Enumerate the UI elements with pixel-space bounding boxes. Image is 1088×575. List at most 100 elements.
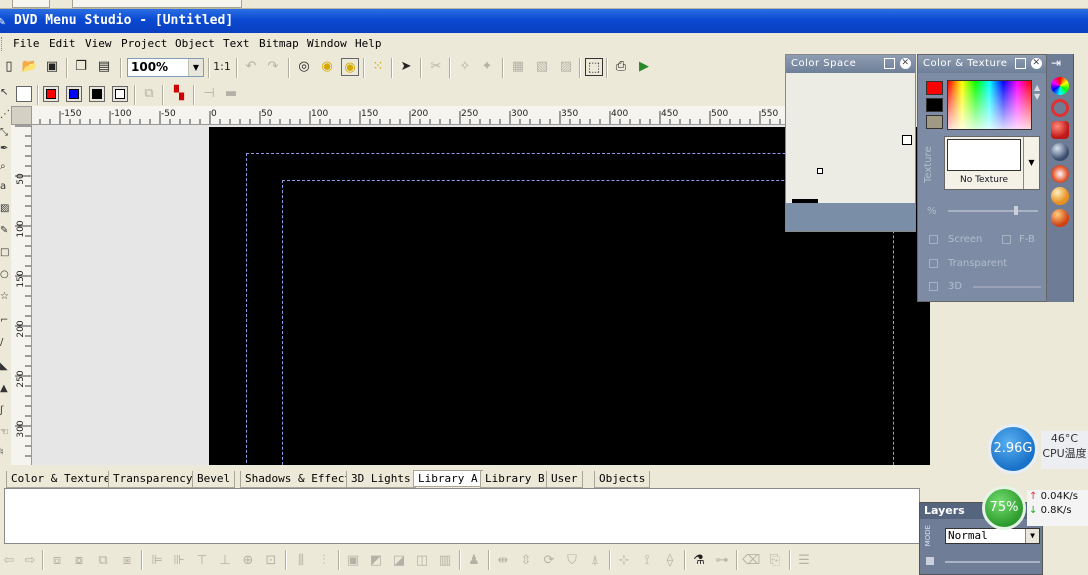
ruler-corner[interactable]	[11, 106, 32, 125]
layer-opacity-slider[interactable]	[945, 561, 1040, 563]
steel-sphere-icon[interactable]	[1051, 143, 1069, 161]
tab-user[interactable]: User	[546, 471, 583, 488]
percent-slider[interactable]	[948, 206, 1038, 215]
circle-sel-icon[interactable]: ◉	[341, 58, 359, 76]
spectrum-scroll-icon[interactable]: ▲ ▼	[1034, 83, 1040, 101]
tab-library-b[interactable]: Library B	[480, 471, 550, 488]
transparent-checkbox[interactable]	[929, 259, 938, 268]
curve-tool-icon[interactable]: ʃ	[0, 404, 11, 418]
color-space-handle[interactable]	[902, 135, 912, 145]
align-middle-icon[interactable]: ⊕	[239, 552, 257, 570]
threed-checkbox[interactable]	[929, 282, 938, 291]
arrow-right-icon[interactable]: ⇨	[21, 552, 39, 570]
eyedropper-tool-icon[interactable]: ♮	[0, 446, 11, 460]
star-tool-icon[interactable]: ☆	[0, 290, 11, 304]
starburst-sphere-icon[interactable]	[1051, 165, 1069, 183]
cpu-frequency-badge[interactable]: 2.96G	[988, 424, 1038, 474]
warp-icon[interactable]: ⍋	[586, 552, 604, 570]
effect-icon[interactable]: ⚗	[690, 552, 708, 570]
swatch-red[interactable]	[43, 86, 59, 102]
align-center-h-icon[interactable]: ⊪	[170, 552, 188, 570]
rectangle-tool-icon[interactable]: □	[0, 246, 11, 260]
red-cube-icon[interactable]	[1051, 121, 1069, 139]
fill-style-icon[interactable]: ▚	[170, 85, 188, 103]
close-icon[interactable]: ✕	[900, 58, 911, 69]
menu-window[interactable]: Window	[307, 37, 347, 50]
screen-checkbox[interactable]	[929, 235, 938, 244]
node-edit-icon[interactable]: ⟟	[638, 552, 656, 570]
gold-sphere-icon[interactable]	[1051, 187, 1069, 205]
texture-swatch[interactable]	[926, 115, 943, 129]
tab-bevel[interactable]: Bevel	[192, 471, 236, 488]
close-icon[interactable]: ✕	[1031, 58, 1042, 69]
menubar-grip[interactable]	[1, 37, 4, 51]
copper-sphere-icon[interactable]	[1051, 209, 1069, 227]
paste-icon[interactable]: ▤	[95, 58, 113, 76]
circle-fill-icon[interactable]: ◉	[318, 58, 336, 76]
align-center-icon[interactable]: ▬	[222, 85, 240, 103]
select-frame-icon[interactable]: ⬚	[585, 58, 603, 76]
stamp-icon[interactable]: ⎘	[766, 552, 784, 570]
pin-icon[interactable]	[884, 58, 895, 69]
actual-size-button[interactable]: 1:1	[213, 58, 231, 76]
person-icon[interactable]: ♟	[465, 552, 483, 570]
library-area[interactable]	[4, 488, 920, 544]
tab-objects[interactable]: Objects	[594, 471, 651, 488]
chevron-down-icon[interactable]: ▼	[1023, 137, 1039, 189]
cut-object-icon[interactable]: ✂	[427, 58, 445, 76]
ungroup-icon[interactable]: ⧇	[70, 552, 88, 570]
ellipse-tool-icon[interactable]: ○	[0, 268, 11, 282]
group-icon[interactable]: ⧈	[48, 552, 66, 570]
tab-library-a[interactable]: Library A	[413, 470, 483, 487]
texture-select[interactable]: No Texture ▼	[944, 136, 1040, 190]
frame-icon[interactable]: ▦	[509, 58, 527, 76]
arrow-left-icon[interactable]: ⇦	[0, 552, 18, 570]
menu-bitmap[interactable]: Bitmap	[259, 37, 299, 50]
align-left-icon[interactable]: ⊣	[200, 85, 218, 103]
arrow-right-icon[interactable]: ⇥	[1051, 56, 1061, 70]
blend-mode-select[interactable]: Normal ▼	[945, 528, 1040, 544]
distribute-h-icon[interactable]: ⫼	[292, 552, 310, 570]
circle-shape-icon[interactable]: ◎	[295, 58, 313, 76]
fb-checkbox[interactable]	[1002, 235, 1011, 244]
menu-project[interactable]: Project	[121, 37, 167, 50]
tab-3d-lights[interactable]: 3D Lights	[346, 471, 416, 488]
hand-tool-icon[interactable]: ☜	[0, 426, 11, 440]
menu-file[interactable]: File	[13, 37, 40, 50]
rotate-icon[interactable]: ⟳	[540, 552, 558, 570]
pen-tool-icon[interactable]: ✒	[0, 142, 11, 156]
browser-tab[interactable]	[72, 0, 242, 8]
image-tool-icon[interactable]: ▨	[0, 202, 11, 216]
flip-v-icon[interactable]: ⇳	[517, 552, 535, 570]
layer-icon[interactable]: ▥	[436, 552, 454, 570]
center-page-icon[interactable]: ⊡	[262, 552, 280, 570]
break-icon[interactable]: ⧆	[118, 552, 136, 570]
triangle-tool-icon[interactable]: ▲	[0, 382, 11, 396]
node-add-icon[interactable]: ⊹	[615, 552, 633, 570]
menu-help[interactable]: Help	[355, 37, 382, 50]
swatch-blue[interactable]	[66, 86, 82, 102]
swatch-none[interactable]	[16, 86, 32, 102]
node-remove-icon[interactable]: ⟠	[661, 552, 679, 570]
eraser-icon[interactable]: ⌫	[742, 552, 760, 570]
grid-icon[interactable]: ⁙	[369, 58, 387, 76]
align-top-icon[interactable]: ⊤	[193, 552, 211, 570]
pin-icon[interactable]	[1015, 58, 1026, 69]
align-bottom-icon[interactable]: ⊥	[216, 552, 234, 570]
menu-view[interactable]: View	[85, 37, 112, 50]
magic-wand-icon[interactable]: ✧	[456, 58, 474, 76]
frame3-icon[interactable]: ▨	[557, 58, 575, 76]
export-icon[interactable]: ⎙	[612, 58, 630, 76]
shield-icon[interactable]: ⛉	[563, 552, 581, 570]
distribute-v-icon[interactable]: ⫶	[315, 552, 333, 570]
copy-icon[interactable]: ❐	[72, 58, 90, 76]
tab-color-texture[interactable]: Color & Texture	[6, 471, 116, 488]
tab-shadows-effect[interactable]: Shadows & Effect	[240, 471, 356, 488]
open-icon[interactable]: 📂	[21, 58, 39, 76]
node-tool-icon[interactable]: ⋰	[0, 108, 11, 122]
undo-icon[interactable]: ↶	[242, 58, 260, 76]
menu-text[interactable]: Text	[223, 37, 250, 50]
text-tool-icon[interactable]: a	[0, 180, 11, 194]
swatch-black[interactable]	[89, 86, 105, 102]
menu-object[interactable]: Object	[175, 37, 215, 50]
